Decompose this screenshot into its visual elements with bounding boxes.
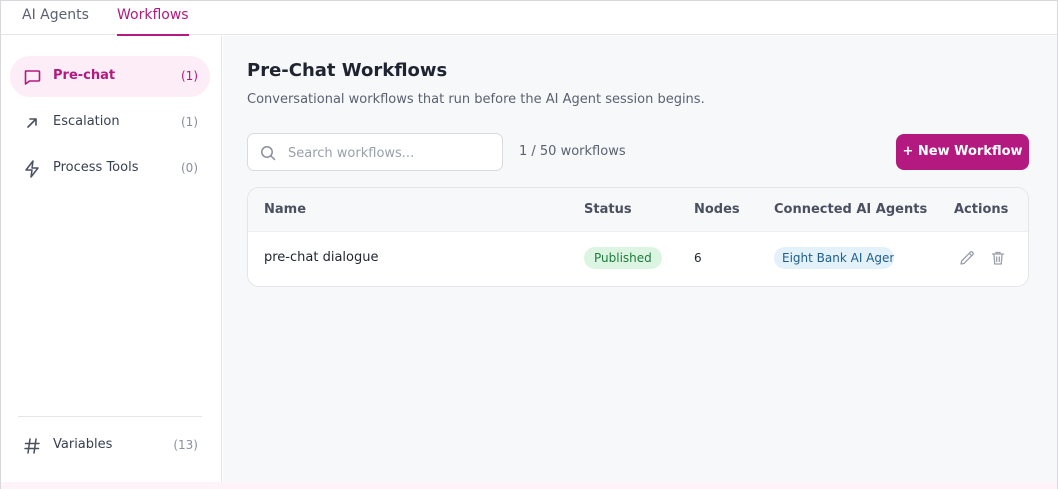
workflow-name[interactable]: pre-chat dialogue [264, 250, 378, 265]
page-subtitle: Conversational workflows that run before… [247, 92, 705, 107]
app-window: AI Agents Workflows Pre-chat (1) Escalat… [0, 0, 1058, 489]
sidebar: Pre-chat (1) Escalation (1) Process Tool… [1, 36, 222, 482]
sidebar-item-pre-chat[interactable]: Pre-chat (1) [10, 56, 210, 97]
node-count: 6 [694, 251, 702, 265]
column-header-nodes: Nodes [694, 202, 740, 217]
hash-icon [24, 438, 40, 454]
table-header: Name Status Nodes Connected AI Agents Ac… [248, 188, 1028, 232]
table-row[interactable]: pre-chat dialogue Published 6 Eight Bank… [248, 233, 1028, 286]
search-input[interactable] [288, 143, 493, 163]
connected-agent-badge[interactable]: Eight Bank AI Agent [774, 247, 894, 269]
message-square-icon [24, 70, 41, 85]
trash-icon[interactable] [989, 249, 1007, 267]
status-badge: Published [584, 247, 662, 269]
sidebar-divider [18, 416, 202, 417]
column-header-actions: Actions [954, 202, 1009, 217]
sidebar-item-count: (0) [181, 161, 198, 175]
tab-ai-agents[interactable]: AI Agents [22, 1, 89, 35]
top-tab-bar: AI Agents Workflows [1, 1, 1057, 36]
tab-workflows[interactable]: Workflows [117, 1, 189, 36]
sidebar-item-label: Process Tools [53, 160, 139, 175]
sidebar-item-variables[interactable]: Variables (13) [10, 425, 210, 466]
workflow-count: 1 / 50 workflows [519, 144, 626, 159]
new-workflow-button[interactable]: + New Workflow [896, 134, 1029, 170]
sidebar-item-escalation[interactable]: Escalation (1) [10, 102, 210, 143]
workflows-table: Name Status Nodes Connected AI Agents Ac… [247, 187, 1029, 287]
search-box [247, 133, 503, 171]
column-header-status: Status [584, 202, 632, 217]
edit-icon[interactable] [958, 249, 976, 267]
sidebar-item-count: (1) [181, 69, 198, 83]
arrow-up-right-icon [27, 118, 37, 128]
sidebar-item-label: Escalation [53, 114, 120, 129]
sidebar-item-process-tools[interactable]: Process Tools (0) [10, 148, 210, 189]
sidebar-item-label: Pre-chat [53, 68, 116, 83]
column-header-name: Name [264, 202, 307, 217]
main-content: Pre-Chat Workflows Conversational workfl… [223, 36, 1057, 482]
page-title: Pre-Chat Workflows [247, 60, 448, 81]
column-header-connected-agents: Connected AI Agents [774, 202, 928, 217]
bottom-strip [1, 482, 1057, 489]
search-icon [261, 146, 276, 161]
sidebar-item-count: (13) [173, 438, 198, 452]
lightning-icon [25, 160, 39, 178]
sidebar-item-count: (1) [181, 115, 198, 129]
sidebar-item-label: Variables [53, 437, 113, 452]
